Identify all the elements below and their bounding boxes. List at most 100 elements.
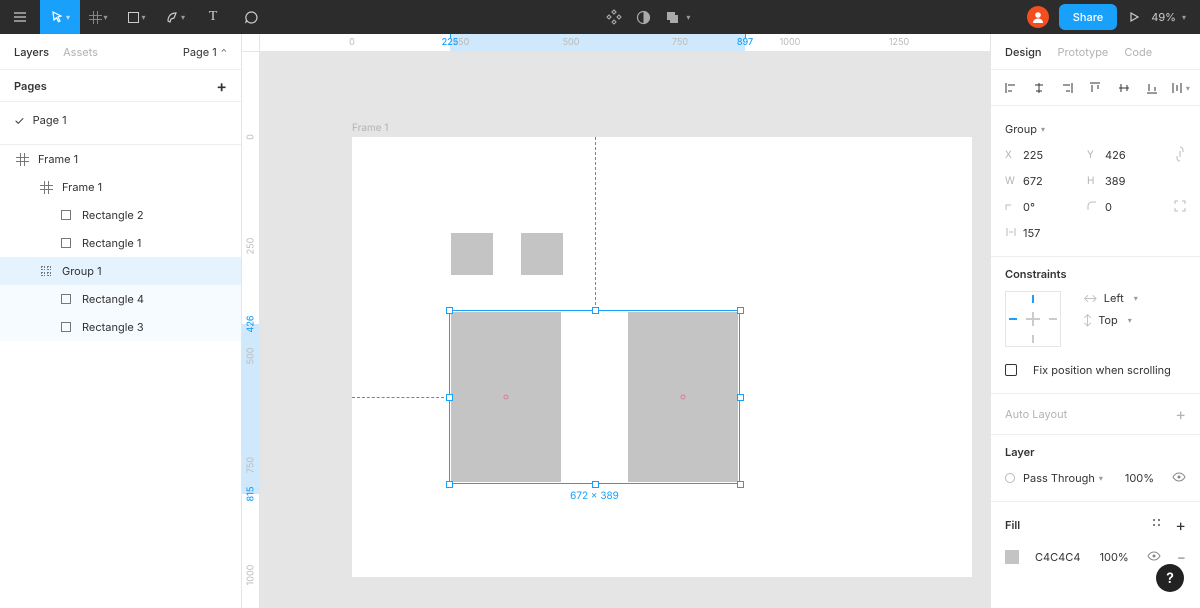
selection-type[interactable]: Group▾ xyxy=(1005,122,1045,136)
layer-opacity-input[interactable]: 100% xyxy=(1125,471,1154,485)
align-right-button[interactable] xyxy=(1057,78,1077,98)
rotation-input[interactable]: 0° xyxy=(1023,200,1079,214)
main-menu-button[interactable] xyxy=(0,0,40,34)
layer-row-rect[interactable]: Rectangle 4 xyxy=(0,285,241,313)
expand-corners-button[interactable] xyxy=(1174,200,1186,215)
distribute-button[interactable]: ▾ xyxy=(1170,78,1190,98)
layer-row-rect[interactable]: Rectangle 3 xyxy=(0,313,241,341)
constraint-h-select[interactable]: ↔Left▾ xyxy=(1083,291,1138,305)
tab-layers[interactable]: Layers xyxy=(14,45,49,59)
pen-tool-button[interactable]: ▾ xyxy=(156,0,194,34)
constraints-widget[interactable] xyxy=(1005,291,1061,347)
fill-swatch[interactable] xyxy=(1005,550,1019,564)
align-vcenter-button[interactable] xyxy=(1114,78,1134,98)
selection-handle[interactable] xyxy=(446,481,453,488)
ruler-origin[interactable] xyxy=(242,34,260,52)
layer-row-rect[interactable]: Rectangle 2 xyxy=(0,201,241,229)
help-button[interactable]: ? xyxy=(1156,564,1184,592)
fill-hex-input[interactable]: C4C4C4 xyxy=(1035,550,1080,564)
chevron-down-icon: ▾ xyxy=(1099,473,1103,483)
corner-input[interactable]: 0 xyxy=(1105,200,1161,214)
share-button[interactable]: Share xyxy=(1059,4,1117,30)
layer-row-rect[interactable]: Rectangle 1 xyxy=(0,229,241,257)
present-icon[interactable] xyxy=(1127,10,1141,24)
selection-handle[interactable] xyxy=(592,307,599,314)
blend-mode-select[interactable]: Pass Through▾ xyxy=(1023,471,1103,485)
tab-design[interactable]: Design xyxy=(1005,45,1042,59)
selection-handle[interactable] xyxy=(737,481,744,488)
zoom-dropdown[interactable]: 49% ▾ xyxy=(1151,10,1186,24)
rectangle-shape[interactable] xyxy=(451,233,493,275)
frame-icon xyxy=(90,12,101,23)
layer-name: Rectangle 4 xyxy=(82,292,144,306)
align-top-button[interactable] xyxy=(1085,78,1105,98)
fill-visibility-toggle[interactable] xyxy=(1147,549,1161,566)
mask-icon[interactable] xyxy=(636,10,651,25)
remove-fill-button[interactable]: − xyxy=(1177,549,1186,566)
fill-heading: Fill xyxy=(1005,518,1020,532)
frame-label[interactable]: Frame 1 xyxy=(352,122,388,134)
vertical-ruler[interactable]: 02505007501000426815 xyxy=(242,52,260,608)
horizontal-ruler[interactable]: 0250500750100012501500225897 xyxy=(260,34,990,52)
add-autolayout-button[interactable]: + xyxy=(1175,404,1186,424)
page-row[interactable]: ✓Page 1 xyxy=(0,106,241,134)
pages-heading-label: Pages xyxy=(14,79,47,93)
add-fill-button[interactable]: + xyxy=(1175,515,1186,535)
x-input[interactable]: 225 xyxy=(1023,148,1079,162)
hamburger-icon xyxy=(13,10,27,24)
shape-tool-button[interactable]: ▾ xyxy=(118,0,156,34)
w-label: W xyxy=(1005,175,1015,187)
layer-row-group[interactable]: Group 1 xyxy=(0,257,241,285)
rectangle-shape[interactable] xyxy=(521,233,563,275)
selection-handle[interactable] xyxy=(592,481,599,488)
frame-tool-button[interactable]: ▾ xyxy=(80,0,118,34)
align-hcenter-button[interactable] xyxy=(1029,78,1049,98)
fill-styles-button[interactable] xyxy=(1153,519,1165,531)
rectangle-icon xyxy=(61,238,71,248)
layer-row-frame[interactable]: Frame 1 xyxy=(0,173,241,201)
y-input[interactable]: 426 xyxy=(1105,148,1161,162)
visibility-toggle[interactable] xyxy=(1172,470,1186,487)
selection-handle[interactable] xyxy=(737,307,744,314)
selection-dimensions: 672 × 389 xyxy=(570,490,619,502)
canvas-viewport[interactable]: Frame 1 672 × 389 xyxy=(260,52,990,608)
canvas[interactable]: 0250500750100012501500225897 02505007501… xyxy=(242,34,990,608)
rectangle-icon xyxy=(61,294,71,304)
autolayout-label: Auto Layout xyxy=(1005,407,1067,421)
layer-row-frame[interactable]: Frame 1 xyxy=(0,145,241,173)
selection-handle[interactable] xyxy=(737,394,744,401)
gap-input[interactable]: 157 xyxy=(1023,226,1079,240)
page-selector[interactable]: Page 1 ⌃ xyxy=(183,45,227,59)
w-input[interactable]: 672 xyxy=(1023,174,1079,188)
left-panel: Layers Assets Page 1 ⌃ Pages + ✓Page 1 F… xyxy=(0,34,242,608)
tab-prototype[interactable]: Prototype xyxy=(1058,45,1109,59)
fix-scroll-label: Fix position when scrolling xyxy=(1033,363,1171,377)
boolean-ops-button[interactable]: ▾ xyxy=(665,10,690,25)
chevron-down-icon: ▾ xyxy=(1182,12,1186,22)
tab-code[interactable]: Code xyxy=(1124,45,1152,59)
person-icon xyxy=(1031,10,1045,24)
align-bottom-button[interactable] xyxy=(1142,78,1162,98)
constraint-v-select[interactable]: ↕Top▾ xyxy=(1083,313,1138,327)
move-tool-button[interactable]: ▾ xyxy=(40,0,80,34)
components-icon[interactable] xyxy=(606,9,622,25)
layer-name: Rectangle 3 xyxy=(82,320,144,334)
add-page-button[interactable]: + xyxy=(216,76,227,96)
group-icon xyxy=(41,266,51,276)
fix-scroll-checkbox[interactable] xyxy=(1005,364,1017,376)
rectangle-icon xyxy=(61,322,71,332)
selection-bounds[interactable] xyxy=(449,310,740,484)
constrain-proportions-button[interactable] xyxy=(1174,144,1186,167)
selection-handle[interactable] xyxy=(446,307,453,314)
selection-handle[interactable] xyxy=(446,394,453,401)
pages-list: ✓Page 1 xyxy=(0,102,241,144)
fill-opacity-input[interactable]: 100% xyxy=(1100,550,1129,564)
align-left-button[interactable] xyxy=(1001,78,1021,98)
h-input[interactable]: 389 xyxy=(1105,174,1161,188)
comment-tool-button[interactable] xyxy=(232,0,270,34)
text-tool-button[interactable]: T xyxy=(194,0,232,34)
rectangle-icon xyxy=(128,12,139,23)
tab-assets[interactable]: Assets xyxy=(63,45,98,59)
eye-icon xyxy=(1147,549,1161,563)
user-avatar[interactable] xyxy=(1027,6,1049,28)
